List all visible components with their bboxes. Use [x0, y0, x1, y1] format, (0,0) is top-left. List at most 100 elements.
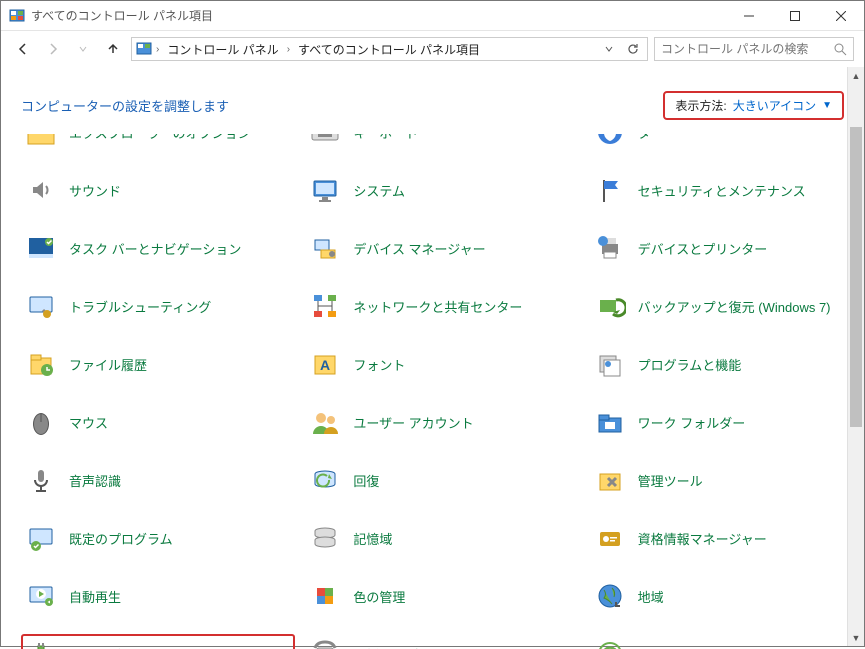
- cp-item-users[interactable]: ユーザー アカウント: [305, 402, 579, 442]
- troubleshoot-icon: [25, 290, 57, 322]
- scrollbar[interactable]: ▲ ▼: [847, 67, 864, 646]
- scroll-thumb[interactable]: [850, 127, 862, 427]
- credentials-icon: [594, 522, 626, 554]
- cp-item-label: バックアップと復元 (Windows 7): [638, 297, 831, 316]
- cp-item-label: 回復: [353, 471, 379, 490]
- cp-item-label: デバイスとプリンター: [638, 239, 768, 258]
- mouse-icon: [25, 406, 57, 438]
- addr-dropdown[interactable]: [599, 39, 619, 59]
- storage-icon: [309, 522, 341, 554]
- default-prog-icon: [25, 522, 57, 554]
- cp-item-speaker[interactable]: サウンド: [21, 170, 295, 210]
- navbar: › コントロール パネル › すべてのコントロール パネル項目: [1, 31, 864, 67]
- cp-item-programs[interactable]: プログラムと機能: [590, 344, 864, 384]
- svg-text:A: A: [320, 357, 330, 373]
- file-history-icon: [25, 348, 57, 380]
- window-buttons: [726, 1, 864, 31]
- cp-item-credentials[interactable]: 資格情報マネージャー: [590, 518, 864, 558]
- titlebar: すべてのコントロール パネル項目: [1, 1, 864, 31]
- cp-item-label: 資格情報マネージャー: [638, 529, 767, 548]
- breadcrumb[interactable]: コントロール パネル: [163, 41, 282, 58]
- cp-item-region[interactable]: 地域: [590, 576, 864, 616]
- close-button[interactable]: [818, 1, 864, 31]
- cp-item-default-prog[interactable]: 既定のプログラム: [21, 518, 295, 558]
- cp-item-file-history[interactable]: ファイル履歴: [21, 344, 295, 384]
- cp-item-device-mgr[interactable]: デバイス マネージャー: [305, 228, 579, 268]
- cp-item-label: プログラムと機能: [638, 355, 742, 374]
- breadcrumb[interactable]: すべてのコントロール パネル項目: [294, 41, 484, 58]
- cp-item-shield-center[interactable]: ター: [590, 134, 864, 152]
- search-input[interactable]: [661, 42, 833, 56]
- forward-button[interactable]: [41, 37, 65, 61]
- work-folder-icon: [594, 406, 626, 438]
- cp-item-label: デバイス マネージャー: [353, 239, 485, 258]
- cp-item-taskbar[interactable]: タスク バーとナビゲーション: [21, 228, 295, 268]
- cp-item-printer[interactable]: デバイスとプリンター: [590, 228, 864, 268]
- cp-item-work-folder[interactable]: ワーク フォルダー: [590, 402, 864, 442]
- refresh-button[interactable]: [623, 39, 643, 59]
- cp-item-label: 記憶域: [353, 529, 392, 548]
- cp-item-storage[interactable]: 記憶域: [305, 518, 579, 558]
- content-area: コンピューターの設定を調整します 表示方法: 大きいアイコン ▼ エクスプローラ…: [1, 67, 864, 646]
- crumb-sep-icon: ›: [287, 44, 290, 55]
- region-icon: [594, 580, 626, 612]
- cp-item-label: 色の管理: [353, 587, 405, 606]
- search-box[interactable]: [654, 37, 854, 61]
- backup-icon: [594, 290, 626, 322]
- cp-item-flag[interactable]: セキュリティとメンテナンス: [590, 170, 864, 210]
- cp-item-troubleshoot[interactable]: トラブルシューティング: [21, 286, 295, 326]
- maximize-button[interactable]: [772, 1, 818, 31]
- color-mgmt-icon: [309, 580, 341, 612]
- printer-icon: [594, 232, 626, 264]
- recent-dropdown[interactable]: [71, 37, 95, 61]
- cp-item-label: タスク バーとナビゲーション: [69, 239, 241, 258]
- cp-item-label: ワーク フォルダー: [638, 413, 746, 432]
- cp-item-label: 地域: [638, 587, 664, 606]
- cp-item-label: フォント: [353, 355, 405, 374]
- flag-icon: [594, 174, 626, 206]
- cp-item-mouse[interactable]: マウス: [21, 402, 295, 442]
- font-icon: A: [309, 348, 341, 380]
- network-icon: [309, 290, 341, 322]
- sync-icon: [594, 638, 626, 649]
- scroll-down[interactable]: ▼: [848, 629, 864, 646]
- cp-item-keyboard[interactable]: キーボード: [305, 134, 579, 152]
- folder-icon: [25, 134, 57, 148]
- programs-icon: [594, 348, 626, 380]
- cp-item-autoplay[interactable]: 自動再生: [21, 576, 295, 616]
- cp-item-label: ネットワークと共有センター: [353, 297, 522, 316]
- address-bar[interactable]: › コントロール パネル › すべてのコントロール パネル項目: [131, 37, 648, 61]
- cp-item-label: エクスプローラーのオプション: [69, 134, 251, 142]
- scroll-up[interactable]: ▲: [848, 67, 864, 84]
- items-viewport: エクスプローラーのオプション キーボード ターサウンド システム セキュリティとメンテナ…: [1, 134, 864, 649]
- view-mode-selector[interactable]: 表示方法: 大きいアイコン ▼: [663, 91, 844, 120]
- cp-item-backup[interactable]: バックアップと復元 (Windows 7): [590, 286, 864, 326]
- cp-item-color-mgmt[interactable]: 色の管理: [305, 576, 579, 616]
- cp-item-monitor[interactable]: システム: [305, 170, 579, 210]
- cp-item-mic[interactable]: 音声認識: [21, 460, 295, 500]
- minimize-button[interactable]: [726, 1, 772, 31]
- search-icon[interactable]: [833, 42, 847, 56]
- cp-item-label: キーボード: [353, 134, 418, 142]
- cp-item-admin-tools[interactable]: 管理ツール: [590, 460, 864, 500]
- cp-item-label: ユーザー アカウント: [353, 413, 473, 432]
- users-icon: [309, 406, 341, 438]
- cp-item-label: サウンド: [69, 181, 121, 200]
- chevron-down-icon: ▼: [822, 100, 832, 111]
- items-grid: エクスプローラーのオプション キーボード ターサウンド システム セキュリティとメンテナ…: [21, 134, 864, 649]
- back-button[interactable]: [11, 37, 35, 61]
- app-icon: [9, 8, 25, 24]
- cp-item-label: 既定のプログラム: [69, 529, 173, 548]
- cp-item-recovery[interactable]: 回復: [305, 460, 579, 500]
- cp-item-label: セキュリティとメンテナンス: [638, 181, 806, 200]
- admin-tools-icon: [594, 464, 626, 496]
- cp-item-font[interactable]: A フォント: [305, 344, 579, 384]
- up-button[interactable]: [101, 37, 125, 61]
- mic-icon: [25, 464, 57, 496]
- cp-item-label: ファイル履歴: [69, 355, 147, 374]
- device-mgr-icon: [309, 232, 341, 264]
- cp-item-folder[interactable]: エクスプローラーのオプション: [21, 134, 295, 152]
- cp-item-network[interactable]: ネットワークと共有センター: [305, 286, 579, 326]
- page-heading: コンピューターの設定を調整します: [21, 96, 663, 115]
- speaker-icon: [25, 174, 57, 206]
